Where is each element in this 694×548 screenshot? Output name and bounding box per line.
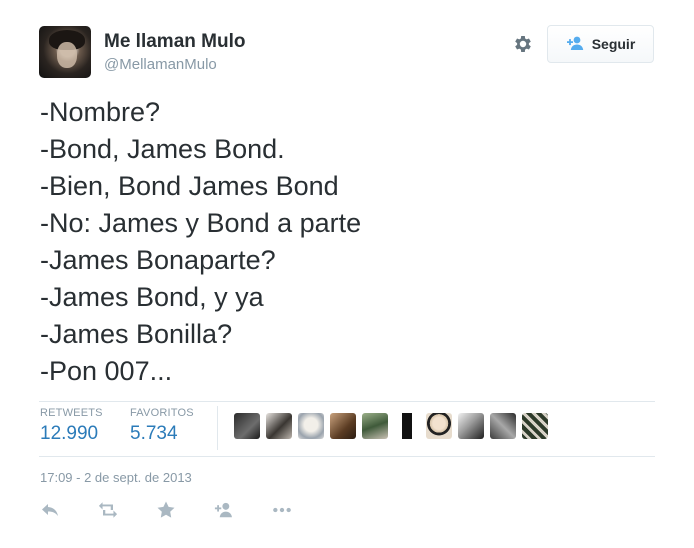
add-user-icon — [566, 35, 586, 54]
retweet-icon — [98, 500, 118, 525]
star-icon — [156, 500, 176, 525]
follow-button[interactable]: Seguir — [547, 25, 654, 63]
stats-bottom-divider — [39, 456, 655, 457]
author-name[interactable]: Me llaman Mulo — [104, 31, 245, 53]
author-avatar[interactable] — [39, 26, 91, 78]
favoriter-avatar[interactable] — [458, 413, 484, 439]
favoriter-avatar[interactable] — [298, 413, 324, 439]
reply-button[interactable] — [40, 500, 98, 524]
favoriter-avatar[interactable] — [522, 413, 548, 439]
tweet-line: -No: James y Bond a parte — [40, 208, 362, 238]
more-dots-icon — [272, 500, 292, 525]
avatar-face — [57, 42, 77, 68]
gear-icon[interactable] — [512, 33, 534, 55]
retweets-label: RETWEETS — [40, 407, 103, 419]
favoriter-avatar[interactable] — [362, 413, 388, 439]
favoriter-avatar[interactable] — [266, 413, 292, 439]
stats-separator — [217, 406, 218, 450]
favoriter-avatar[interactable] — [330, 413, 356, 439]
more-button[interactable] — [272, 500, 330, 524]
favoriter-avatar[interactable] — [234, 413, 260, 439]
favorite-button[interactable] — [156, 500, 214, 524]
reply-icon — [40, 500, 60, 525]
follow-action-button[interactable] — [214, 500, 272, 524]
favoriters-avatars — [234, 413, 548, 439]
tweet-line: -Nombre? — [40, 97, 161, 127]
retweets-stat[interactable]: RETWEETS 12.990 — [40, 407, 103, 445]
tweet-line: -James Bonilla? — [40, 319, 233, 349]
retweets-count: 12.990 — [40, 423, 99, 444]
tweet-line: -Pon 007... — [40, 356, 173, 386]
tweet-actions — [40, 500, 330, 524]
favoriter-avatar[interactable] — [426, 413, 452, 439]
add-user-icon — [214, 500, 234, 525]
author-handle[interactable]: @MellamanMulo — [104, 56, 217, 73]
follow-label: Seguir — [591, 36, 636, 52]
favorites-stat[interactable]: FAVORITOS 5.734 — [130, 407, 194, 445]
favorites-label: FAVORITOS — [130, 407, 194, 419]
tweet-line: -James Bonaparte? — [40, 245, 276, 275]
tweet-line: -James Bond, y ya — [40, 282, 264, 312]
favorites-count: 5.734 — [130, 423, 178, 444]
tweet-line: -Bond, James Bond. — [40, 134, 285, 164]
tweet-timestamp[interactable]: 17:09 - 2 de sept. de 2013 — [40, 470, 192, 485]
stats-top-divider — [39, 401, 655, 402]
favoriter-avatar[interactable] — [490, 413, 516, 439]
tweet-text: -Nombre? -Bond, James Bond. -Bien, Bond … — [40, 94, 361, 390]
tweet-line: -Bien, Bond James Bond — [40, 171, 339, 201]
retweet-button[interactable] — [98, 500, 156, 524]
favoriter-avatar[interactable] — [394, 413, 420, 439]
